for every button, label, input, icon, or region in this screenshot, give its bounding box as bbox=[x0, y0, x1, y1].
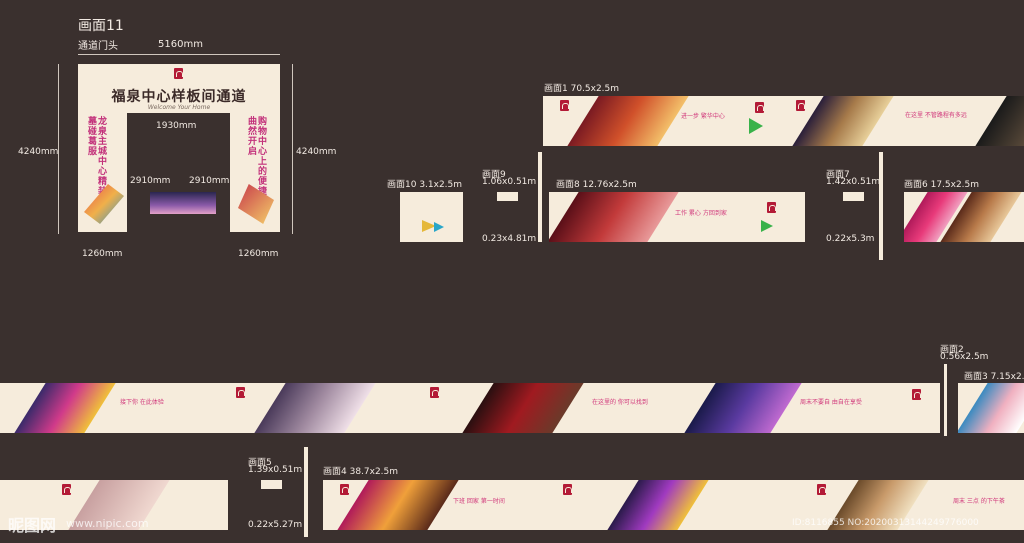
panel4-photo-a bbox=[337, 480, 459, 530]
panel1-logo-b bbox=[755, 102, 764, 113]
gate-headline: 福泉中心样板间通道 bbox=[111, 89, 247, 105]
watermark-url: www.nipic.com bbox=[66, 517, 149, 530]
gate-width-label: 5160mm bbox=[158, 39, 203, 50]
panel7-sign bbox=[843, 192, 864, 201]
long-strip: 接下你 在此体验 在这里的 你可以找到 周末不要自 由自在享受 bbox=[0, 383, 940, 433]
panel3-label: 画面3 7.15x2.5m bbox=[964, 372, 1024, 382]
panel1-label: 画面1 70.5x2.5m bbox=[544, 84, 620, 94]
panel7-bottom: 0.22x5.3m bbox=[826, 234, 875, 244]
panel4-logo-c bbox=[817, 484, 826, 495]
brand-logo bbox=[174, 68, 183, 79]
panel4-label: 画面4 38.7x2.5m bbox=[323, 467, 399, 477]
gate-inner-width: 1930mm bbox=[156, 121, 197, 131]
panel4-photo-b bbox=[607, 480, 709, 530]
panel5-post bbox=[304, 447, 308, 537]
panel4-tagline-a: 下班 回家 第一时间 bbox=[453, 498, 505, 505]
panel1-photo-c bbox=[975, 96, 1024, 146]
gate-height-right: 4240mm bbox=[296, 147, 337, 157]
gate-width-dimension bbox=[78, 54, 280, 55]
panel4-logo bbox=[340, 484, 349, 495]
long-logo-a bbox=[236, 387, 245, 398]
gate-base-right: 1260mm bbox=[238, 249, 279, 259]
bottom-left-logo bbox=[62, 484, 71, 495]
long-logo-b bbox=[430, 387, 439, 398]
panel1-strip: 进一步 繁华中心 在这里 不管路程有多远 bbox=[543, 96, 1024, 146]
watermark-id: ID:8116855 NO:20200313144249776000 bbox=[792, 518, 979, 528]
gate-height-left: 4240mm bbox=[18, 147, 59, 157]
long-tagline-c: 周末不要自 由自在享受 bbox=[800, 399, 862, 406]
panel1-logo bbox=[560, 100, 569, 111]
panel5-bottom: 0.22x5.27m bbox=[248, 520, 303, 530]
gate-inner-height-left: 2910mm bbox=[130, 176, 171, 186]
panel1-triangle bbox=[749, 118, 763, 134]
gate-right-dimension bbox=[292, 64, 293, 234]
gate-decor-right bbox=[238, 184, 274, 224]
panel10-label: 画面10 3.1x2.5m bbox=[387, 180, 463, 190]
long-tagline-a: 接下你 在此体验 bbox=[120, 399, 164, 406]
panel8-photo bbox=[549, 192, 679, 242]
panel8-tagline: 工作 累心 方回到家 bbox=[675, 210, 727, 217]
panel10-triangle-b bbox=[434, 222, 444, 232]
gate-inner-height-right: 2910mm bbox=[189, 176, 230, 186]
panel8-label: 画面8 12.76x2.5m bbox=[556, 180, 637, 190]
panel1-photo-b bbox=[792, 96, 894, 146]
panel4-logo-b bbox=[563, 484, 572, 495]
long-tagline-b: 在这里的 你可以找到 bbox=[592, 399, 648, 406]
long-logo-c bbox=[912, 389, 921, 400]
long-photo-d bbox=[684, 383, 802, 433]
panel5-sign bbox=[261, 480, 282, 489]
long-photo-a bbox=[14, 383, 116, 433]
panel9-bottom: 0.23x4.81m bbox=[482, 234, 537, 244]
panel3-photo bbox=[958, 383, 1024, 433]
panel3-strip bbox=[958, 383, 1024, 433]
panel7-size: 1.42x0.51m bbox=[826, 177, 881, 187]
panel9-size: 1.06x0.51m bbox=[482, 177, 537, 187]
panel6-strip bbox=[904, 192, 1024, 242]
gate-welcome: Welcome Your Home bbox=[147, 104, 211, 111]
panel8-triangle bbox=[761, 220, 773, 232]
panel1-tagline-b: 在这里 不管路程有多远 bbox=[905, 112, 967, 119]
panel6-label: 画面6 17.5x2.5m bbox=[904, 180, 980, 190]
long-photo-b bbox=[254, 383, 376, 433]
panel8-logo bbox=[767, 202, 776, 213]
panel2-size: 0.56x2.5m bbox=[940, 352, 989, 362]
panel1-logo-c bbox=[796, 100, 805, 111]
panel10-strip bbox=[400, 192, 463, 242]
gate-night-photo bbox=[150, 192, 216, 214]
panel9-sign bbox=[497, 192, 518, 201]
panel8-strip: 工作 累心 方回到家 bbox=[549, 192, 805, 242]
panel1-tagline-a: 进一步 繁华中心 bbox=[681, 113, 725, 120]
panel1-photo-a bbox=[567, 96, 689, 146]
panel4-tagline-b: 周末 三点 的下午茶 bbox=[953, 498, 1005, 505]
panel5-size: 1.39x0.51m bbox=[248, 465, 303, 475]
watermark-brand: 昵图网 bbox=[8, 516, 57, 535]
panel9-post bbox=[538, 152, 542, 242]
gate-title: 画面11 bbox=[78, 18, 124, 34]
panel7-post bbox=[879, 152, 883, 260]
gate-base-left: 1260mm bbox=[82, 249, 123, 259]
long-photo-c bbox=[462, 383, 584, 433]
panel2-post bbox=[944, 364, 947, 436]
gate-subtitle: 通道门头 bbox=[78, 41, 118, 52]
